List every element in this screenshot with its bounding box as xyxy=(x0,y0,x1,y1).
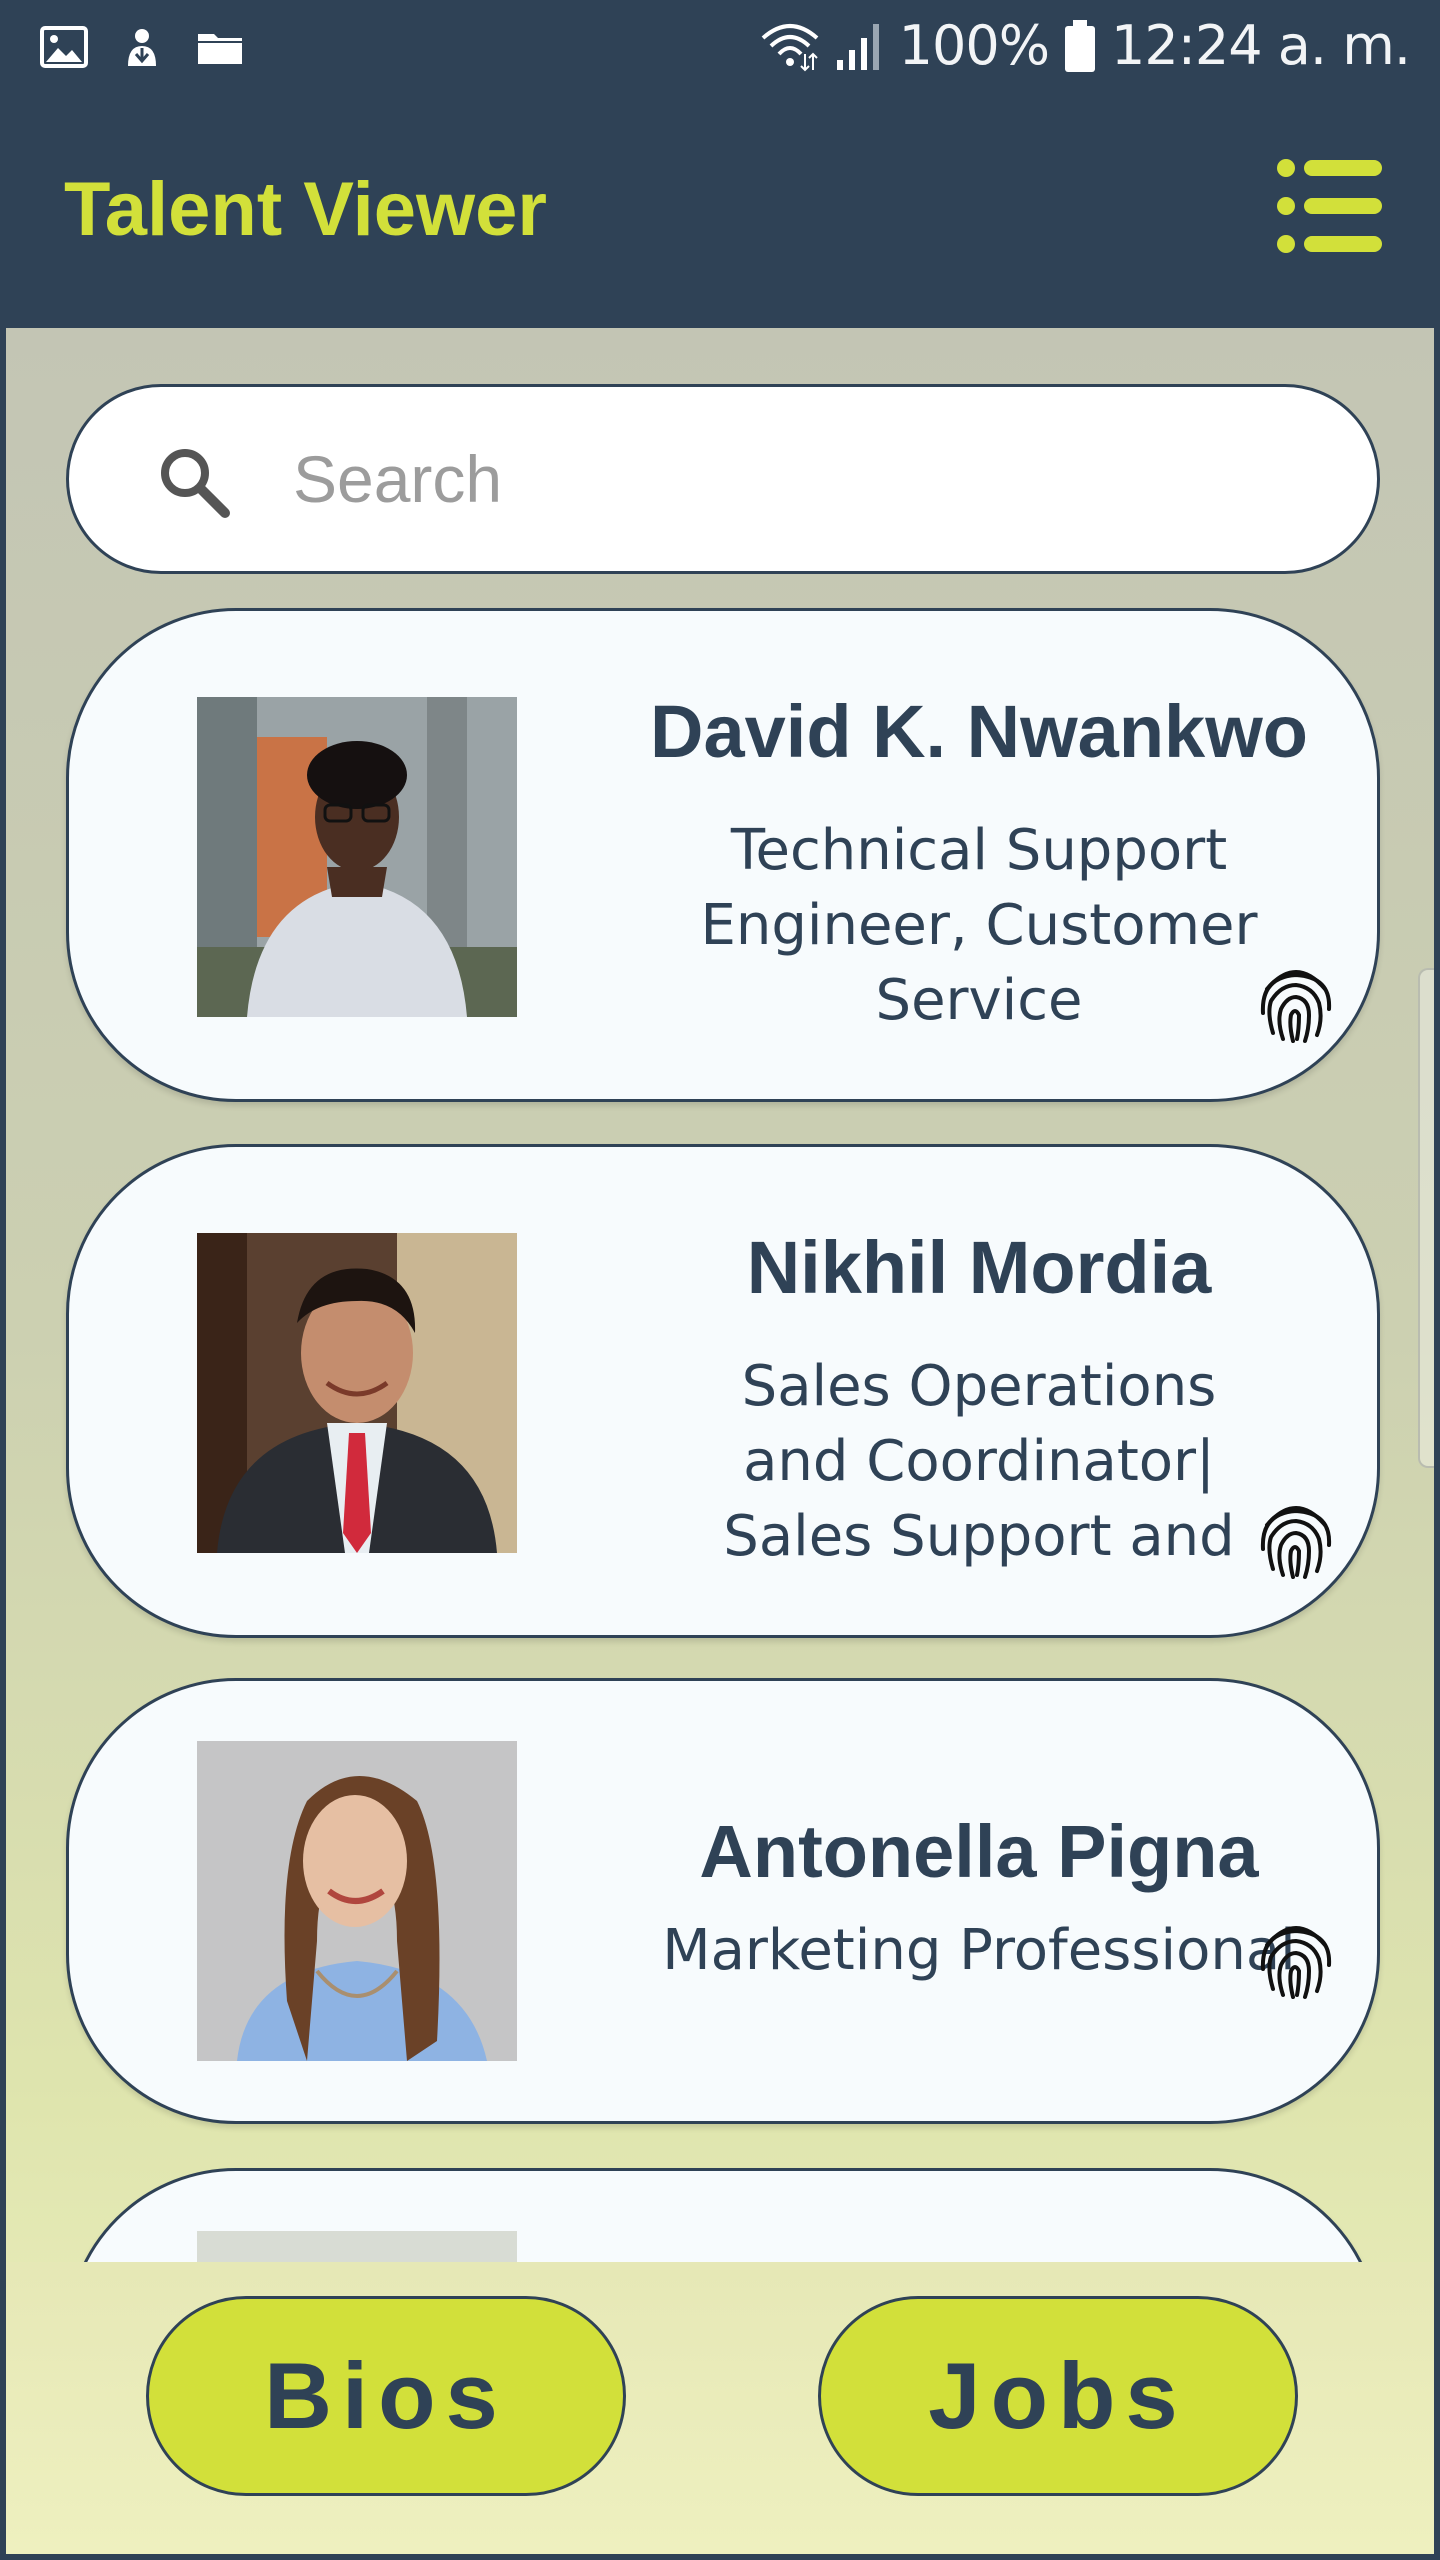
menu-icon[interactable] xyxy=(1274,154,1382,258)
talent-list-area[interactable]: David K. Nwankwo Technical Support Engin… xyxy=(6,328,1434,2554)
avatar xyxy=(197,1233,517,1553)
wifi-icon xyxy=(761,23,818,71)
jobs-button[interactable]: Jobs xyxy=(818,2296,1298,2496)
status-bar: 100% 12:24 a. m. xyxy=(0,0,1440,102)
battery-icon xyxy=(1065,19,1096,72)
search-input[interactable] xyxy=(293,417,1293,541)
fingerprint-icon[interactable] xyxy=(1255,959,1337,1045)
fingerprint-icon[interactable] xyxy=(1255,1915,1337,2001)
talent-name: David K. Nwankwo xyxy=(650,690,1308,773)
status-system-info: 100% 12:24 a. m. xyxy=(759,14,1411,77)
search-bar[interactable] xyxy=(66,384,1380,574)
talent-name: Nikhil Mordia xyxy=(746,1226,1212,1309)
talent-card[interactable]: David K. Nwankwo Technical Support Engin… xyxy=(66,608,1380,1102)
status-notification-icons xyxy=(40,26,244,68)
app-bar: Talent Viewer xyxy=(0,102,1440,328)
app-title: Talent Viewer xyxy=(64,167,547,252)
talent-name: Antonella Pigna xyxy=(699,1810,1259,1893)
bottom-nav: Bios Jobs xyxy=(6,2262,1434,2554)
avatar xyxy=(197,1741,517,2061)
clock: 12:24 a. m. xyxy=(1111,14,1411,77)
download-icon xyxy=(128,29,156,66)
bios-button[interactable]: Bios xyxy=(146,2296,626,2496)
avatar xyxy=(197,697,517,1017)
scrollbar[interactable] xyxy=(1418,968,1434,1468)
image-icon xyxy=(40,26,88,68)
talent-card[interactable]: Antonella Pigna Marketing Professional xyxy=(66,1678,1380,2124)
fingerprint-icon[interactable] xyxy=(1255,1495,1337,1581)
talent-card[interactable]: Nikhil Mordia Sales Operations and Coord… xyxy=(66,1144,1380,1638)
folder-icon xyxy=(198,34,242,64)
signal-icon xyxy=(836,23,879,70)
battery-percentage: 100% xyxy=(898,14,1050,77)
search-icon xyxy=(161,449,230,518)
